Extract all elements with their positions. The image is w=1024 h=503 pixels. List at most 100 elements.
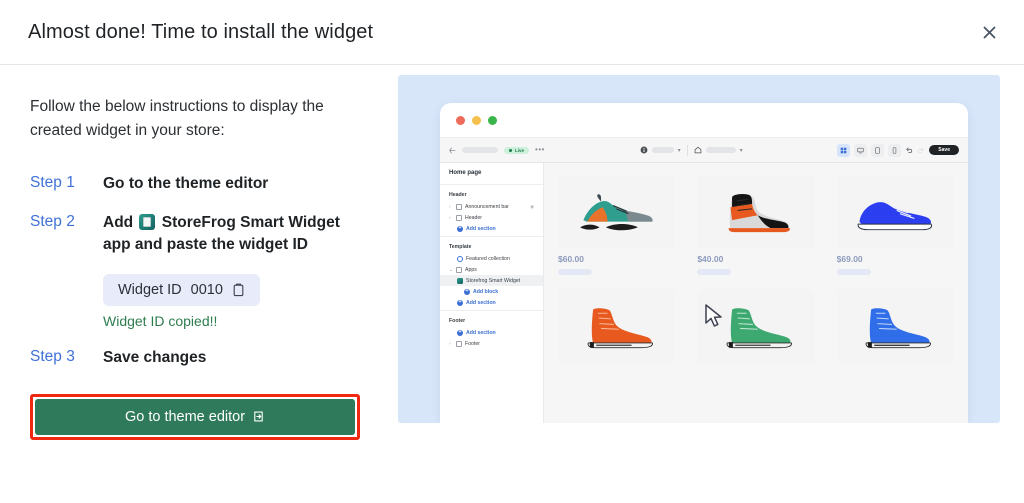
step-text-1: Go to the theme editor — [103, 175, 269, 193]
product-card[interactable] — [697, 289, 815, 368]
page-selector[interactable]: ▾ — [694, 146, 743, 154]
sidebar-item-announcement-bar[interactable]: › Announcement bar ◉ — [440, 201, 543, 212]
product-title-placeholder — [697, 269, 732, 275]
collection-icon — [457, 255, 463, 262]
product-image-teal-runner — [558, 175, 676, 249]
plus-icon: + — [457, 225, 463, 232]
step2-text-before: Add — [103, 213, 134, 231]
step2-app-name: StoreFrog Smart Widget — [161, 213, 340, 231]
sidebar-add-section-footer[interactable]: + Add section — [440, 327, 543, 338]
close-button[interactable] — [976, 19, 1002, 45]
product-card[interactable] — [558, 289, 676, 368]
intro-text: Follow the below instructions to display… — [30, 98, 324, 140]
product-title-placeholder — [558, 269, 592, 275]
product-image-orange-hightop — [697, 175, 815, 249]
sidebar-divider-1 — [440, 184, 543, 185]
traffic-light-red-icon — [456, 115, 465, 125]
widget-id-copy-chip[interactable]: Widget ID 0010 — [103, 274, 260, 307]
tablet-icon[interactable] — [871, 143, 885, 157]
sidebar-divider-3 — [440, 310, 543, 311]
step-label-2: Step 2 — [30, 212, 75, 230]
back-arrow-icon[interactable] — [449, 147, 456, 154]
step-row-3: Step 3 Save changes — [30, 347, 362, 369]
toolbar-divider — [686, 144, 688, 156]
page-title: Almost done! Time to install the widget — [28, 20, 374, 43]
template-selector[interactable]: ▾ — [640, 146, 681, 154]
sidebar-group-footer: Footer — [449, 318, 466, 324]
close-icon — [983, 26, 996, 39]
traffic-light-green-icon — [488, 115, 497, 125]
grid-icon[interactable] — [837, 143, 851, 157]
chevron-down-icon-3: ⌄ — [449, 266, 453, 272]
step-text-2: Add StoreFrog Smart Widget app and paste… — [103, 212, 355, 257]
sidebar-add-block[interactable]: + Add block — [440, 286, 543, 297]
editor-main: Home page Header › Announcement bar ◉ › — [440, 163, 968, 423]
cta-highlight-box: Go to theme editor — [30, 393, 360, 440]
sidebar-item-footer[interactable]: › Footer — [440, 338, 543, 349]
product-card[interactable] — [836, 289, 954, 368]
chevron-right-icon-3: › — [449, 341, 451, 346]
sidebar-item-apps[interactable]: ⌄ Apps — [440, 264, 543, 275]
sidebar-item-label: Add section — [466, 225, 496, 232]
undo-icon[interactable] — [905, 146, 913, 154]
template-name-placeholder — [651, 147, 674, 153]
theme-editor-toolbar: Live ••• ▾ ▾ Save — [440, 137, 968, 163]
step-label-1: Step 1 — [30, 174, 75, 192]
plus-icon-4: + — [457, 329, 463, 336]
live-badge: Live — [504, 146, 530, 154]
preview-canvas: Live ••• ▾ ▾ Save Home page Header › Ann… — [398, 75, 1000, 423]
external-link-icon — [252, 410, 265, 423]
save-button[interactable]: Save — [929, 145, 959, 155]
step2-text-after: app and paste the widget ID — [103, 235, 308, 253]
live-dot-icon — [509, 148, 512, 152]
sidebar-item-label: Header — [465, 214, 483, 221]
sidebar-item-label: Add block — [473, 288, 499, 295]
sidebar-item-label: Add section — [466, 299, 496, 306]
chevron-down-icon-2: ▾ — [739, 147, 743, 154]
sidebar-add-section-template[interactable]: + Add section — [440, 297, 543, 308]
widget-id-area: Widget ID 0010 Widget ID copied!! — [30, 262, 362, 341]
sidebar-item-header[interactable]: › Header — [440, 212, 543, 223]
product-card[interactable]: $60.00 — [558, 175, 676, 275]
cta-label: Go to theme editor — [124, 408, 246, 425]
sidebar-item-featured-collection[interactable]: Featured collection — [440, 253, 543, 264]
live-badge-label: Live — [515, 147, 525, 153]
product-price: $40.00 — [697, 254, 724, 264]
clipboard-icon[interactable] — [232, 283, 245, 297]
product-card[interactable]: $40.00 — [697, 175, 815, 275]
chevron-right-icon: › — [449, 204, 451, 209]
mobile-icon[interactable] — [888, 143, 902, 157]
apps-icon — [456, 266, 462, 273]
product-image-blue-converse — [836, 289, 954, 363]
home-icon — [694, 146, 701, 154]
sidebar-item-label: Add section — [466, 329, 496, 336]
ellipsis-icon[interactable]: ••• — [535, 146, 545, 154]
sidebar-page-title: Home page — [449, 170, 482, 176]
desktop-icon[interactable] — [854, 143, 868, 157]
sidebar-add-section-header[interactable]: + Add section — [440, 223, 543, 234]
product-image-orange-converse — [558, 289, 676, 363]
sidebar-group-template: Template — [449, 244, 472, 250]
sidebar-item-label: Footer — [465, 340, 480, 347]
sidebar-item-label: Storefrog Smart Widget — [466, 277, 521, 284]
step-label-3: Step 3 — [30, 348, 75, 366]
sidebar-group-header: Header — [449, 192, 467, 198]
store-name-placeholder — [462, 147, 498, 153]
eye-icon[interactable]: ◉ — [530, 204, 534, 210]
chevron-right-icon-2: › — [449, 215, 451, 220]
go-to-theme-editor-button[interactable]: Go to theme editor — [35, 398, 355, 435]
toolbar-selectors: ▾ ▾ — [640, 144, 743, 156]
storefrog-app-icon — [139, 213, 156, 230]
sidebar-item-storefrog-smart-widget[interactable]: Storefrog Smart Widget — [440, 275, 543, 286]
instructions-panel: Follow the below instructions to display… — [0, 65, 390, 503]
modal-body: Follow the below instructions to display… — [0, 65, 1024, 503]
plus-icon-3: + — [457, 299, 463, 306]
storefrog-app-icon-small — [457, 277, 463, 284]
traffic-light-yellow-icon — [472, 115, 481, 125]
install-widget-modal: Almost done! Time to install the widget … — [0, 0, 1024, 503]
product-card[interactable]: $69.00 — [836, 175, 954, 275]
sidebar-item-label: Apps — [465, 266, 477, 273]
product-title-placeholder — [836, 269, 871, 275]
section-icon-2 — [456, 214, 462, 221]
steps-list: Step 1 Go to the theme editor Step 2 Add… — [30, 173, 362, 370]
